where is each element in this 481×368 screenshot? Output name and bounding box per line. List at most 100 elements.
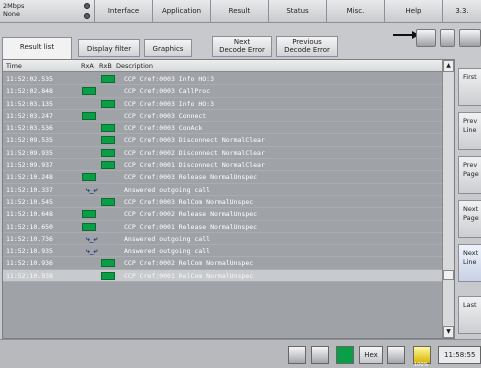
column-rxb[interactable]: RxB: [99, 60, 112, 72]
row-time: 11:52:10.938: [6, 271, 53, 280]
row-time: 11:52:09.937: [6, 161, 53, 170]
tab-display-filter[interactable]: Display filter: [78, 39, 140, 57]
message-envelope-icon: [82, 222, 96, 231]
clock: 11:58:55: [438, 346, 481, 364]
table-row[interactable]: 11:52:10.545 CCP Cref:0003 RelCom NormalU…: [3, 196, 444, 209]
table-row[interactable]: 11:52:03.536 CCP Cref:0003 ConAck: [3, 122, 444, 135]
message-envelope-icon[interactable]: [336, 346, 354, 364]
prev-page-button[interactable]: Prev Page: [458, 156, 481, 194]
link-status: 2Mbps None: [0, 0, 95, 23]
table-row[interactable]: 11:52:10.936 CCP Cref:0002 RelCom NormalU…: [3, 257, 444, 270]
row-description: CCP Cref:0001 Disconnect NormalClear: [124, 161, 265, 170]
vertical-scrollbar[interactable]: ▲ ▼: [442, 60, 454, 338]
next-line-button[interactable]: Next Line: [458, 244, 481, 282]
tab-graphics[interactable]: Graphics: [144, 39, 192, 57]
export-icon[interactable]: [459, 29, 481, 47]
hex-button[interactable]: Hex: [359, 346, 383, 364]
table-row[interactable]: 11:52:10.248 CCP Cref:0003 Release Normal…: [3, 171, 444, 184]
row-description: CCP Cref:0003 CallProc: [124, 87, 211, 96]
table-row[interactable]: 11:52:02.535 CCP Cref:0003 Info HO:3: [3, 73, 444, 86]
table-row[interactable]: 11:52:03.247 CCP Cref:0003 Connect: [3, 110, 444, 123]
menu-misc[interactable]: Misc.: [327, 0, 385, 23]
first-label: First: [463, 73, 477, 81]
next-decode-error-button[interactable]: Next Decode Error: [212, 36, 272, 57]
next-page-label-2: Page: [463, 214, 479, 222]
table-row[interactable]: 11:52:09.535 CCP Cref:0003 Disconnect Nor…: [3, 134, 444, 147]
previous-decode-error-line1: Previous: [292, 38, 322, 46]
row-time: 11:52:02.535: [6, 75, 53, 83]
table-row[interactable]: 11:52:10.938 CCP Cref:0001 RelCom NormalU…: [3, 269, 444, 283]
scroll-up-icon[interactable]: ▲: [443, 60, 454, 72]
message-envelope-icon: [101, 136, 115, 145]
table-row[interactable]: 11:52:09.937 CCP Cref:0001 Disconnect Nor…: [3, 159, 444, 172]
filter-funnel-icon[interactable]: [440, 29, 455, 47]
row-description: CCP Cref:0003 Release NormalUnspec: [124, 173, 258, 182]
first-button[interactable]: First: [458, 68, 481, 106]
link-mode: None: [3, 10, 20, 18]
message-envelope-icon: [101, 75, 115, 83]
zoom-search-icon[interactable]: [387, 346, 405, 364]
result-list: 11:52:02.535 CCP Cref:0003 Info HO:3 11:52…: [3, 73, 444, 339]
prev-line-button[interactable]: Prev Line: [458, 112, 481, 150]
tab-result-list[interactable]: Result list: [2, 37, 72, 59]
result-list-header: Time RxA RxB Description: [3, 60, 444, 72]
table-row[interactable]: 11:52:09.935 CCP Cref:0002 Disconnect Nor…: [3, 147, 444, 160]
previous-decode-error-button[interactable]: Previous Decode Error: [276, 36, 338, 57]
call-link-icon: ⤷_⤶: [86, 247, 98, 256]
menu-result[interactable]: Result: [211, 0, 269, 23]
prev-line-label-2: Line: [463, 126, 477, 134]
next-decode-error-line2: Decode Error: [219, 46, 265, 54]
row-time: 11:52:09.535: [6, 136, 53, 145]
menu-application[interactable]: Application: [153, 0, 211, 23]
menu-version[interactable]: 3.3.: [443, 0, 481, 23]
table-row[interactable]: 11:52:10.337 ⤷_⤶ Answered outgoing call: [3, 184, 444, 196]
message-envelope-icon: [82, 87, 96, 96]
last-button[interactable]: Last: [458, 296, 481, 334]
row-time: 11:52:10.936: [6, 259, 53, 268]
message-envelope-icon: [101, 99, 115, 108]
row-time: 11:52:03.536: [6, 124, 53, 133]
row-description: Answered outgoing call: [124, 247, 211, 256]
message-envelope-icon: [82, 111, 96, 120]
row-description: CCP Cref:0002 Disconnect NormalClear: [124, 148, 265, 157]
status-bar: Hex 100% 11:58:55: [0, 339, 481, 368]
row-time: 11:52:10.736: [6, 234, 53, 243]
message-envelope-icon: [101, 124, 115, 133]
row-time: 11:52:03.247: [6, 111, 53, 120]
menu-interface[interactable]: Interface: [95, 0, 153, 23]
column-time[interactable]: Time: [6, 60, 22, 72]
table-row[interactable]: 11:52:03.135 CCP Cref:0003 Info HO:3: [3, 98, 444, 110]
previous-decode-error-line2: Decode Error: [284, 46, 330, 54]
scroll-down-icon[interactable]: ▼: [443, 326, 454, 338]
settings-icon[interactable]: [311, 346, 329, 364]
message-envelope-icon: [101, 161, 115, 170]
table-row[interactable]: 11:52:10.935 ⤷_⤶ Answered outgoing call: [3, 245, 444, 258]
row-description: CCP Cref:0003 Info HO:3: [124, 75, 215, 83]
status-led-1-icon: [84, 3, 90, 9]
message-envelope-icon: [101, 148, 115, 157]
row-description: CCP Cref:0003 ConAck: [124, 124, 203, 133]
menu-help[interactable]: Help: [385, 0, 443, 23]
capture-icon[interactable]: [416, 29, 436, 47]
table-row[interactable]: 11:52:10.650 CCP Cref:0001 Release Normal…: [3, 221, 444, 233]
print-icon[interactable]: [288, 346, 306, 364]
prev-page-label-2: Page: [463, 170, 479, 178]
table-row[interactable]: 11:52:10.736 ⤷_⤶ Answered outgoing call: [3, 233, 444, 246]
scroll-thumb[interactable]: [443, 270, 454, 280]
table-row[interactable]: 11:52:02.848 CCP Cref:0003 CallProc: [3, 85, 444, 98]
column-rxa[interactable]: RxA: [81, 60, 94, 72]
top-menu-bar: 2Mbps None Interface Application Result …: [0, 0, 481, 23]
menu-status[interactable]: Status: [269, 0, 327, 23]
battery-level: 100%: [414, 362, 429, 368]
row-description: CCP Cref:0003 Disconnect NormalClear: [124, 136, 265, 145]
next-page-button[interactable]: Next Page: [458, 200, 481, 238]
row-time: 11:52:10.248: [6, 173, 53, 182]
table-row[interactable]: 11:52:10.648 CCP Cref:0002 Release Normal…: [3, 208, 444, 221]
message-envelope-icon: [82, 210, 96, 219]
row-time: 11:52:09.935: [6, 148, 53, 157]
row-description: CCP Cref:0003 Connect: [124, 111, 207, 120]
row-description: CCP Cref:0003 RelCom NormalUnspec: [124, 197, 254, 206]
row-description: Answered outgoing call: [124, 185, 211, 194]
column-description[interactable]: Description: [116, 60, 153, 72]
toolbar: Result list Display filter Graphics Next…: [0, 23, 481, 59]
